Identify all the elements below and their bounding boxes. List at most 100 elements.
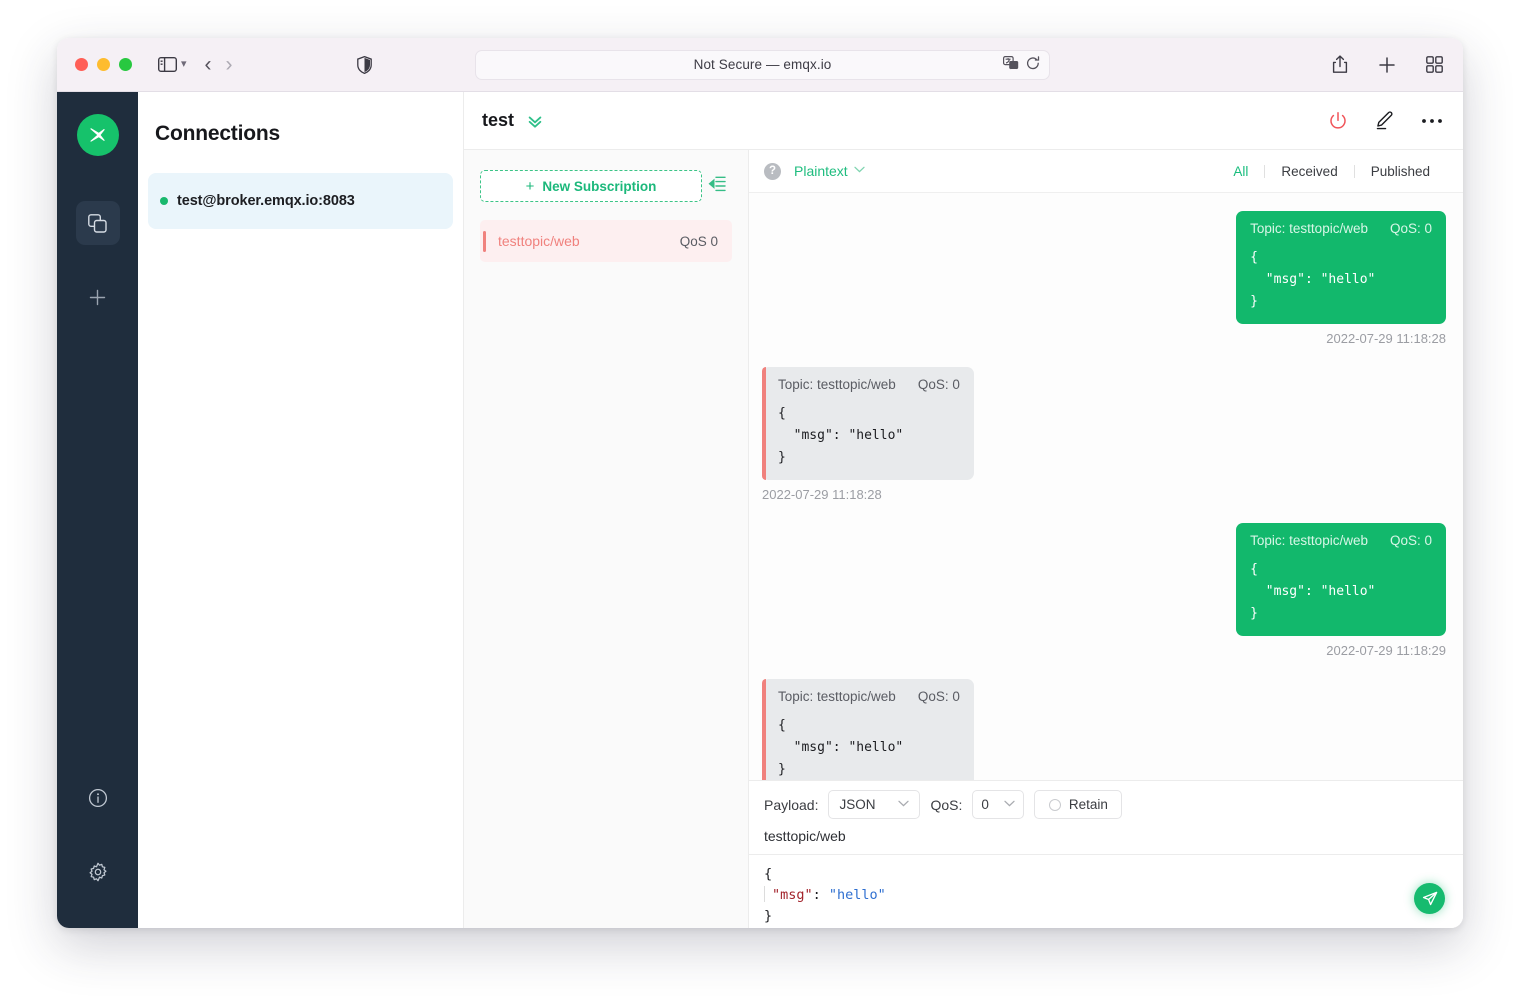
message-qos: QoS: 0 (918, 377, 960, 392)
message-list[interactable]: Topic: testtopic/web QoS: 0 { "msg": "he… (749, 193, 1463, 780)
message-payload: { "msg": "hello" } (1250, 247, 1432, 313)
tab-published[interactable]: Published (1355, 164, 1446, 179)
browser-right-actions (1332, 55, 1443, 74)
message-timestamp: 2022-07-29 11:18:29 (1326, 643, 1446, 658)
editor-colon: : (813, 887, 829, 903)
sidebar-toggle-group: ▾ (158, 57, 187, 72)
editor-line-1: { (764, 866, 772, 882)
question-mark-icon[interactable]: ? (764, 163, 781, 180)
subscriptions-panel: + New Subscription (464, 150, 749, 928)
message-topic: Topic: testtopic/web (778, 377, 896, 392)
sidebar-item-new-connection[interactable] (76, 275, 120, 319)
sidebar-item-connections[interactable] (76, 201, 120, 245)
translate-icon[interactable]: 文 (1003, 56, 1019, 73)
maximize-window-button[interactable] (119, 58, 132, 71)
close-window-button[interactable] (75, 58, 88, 71)
connection-name: test@broker.emqx.io:8083 (177, 193, 355, 209)
share-icon[interactable] (1332, 55, 1348, 74)
tab-all[interactable]: All (1217, 164, 1264, 179)
payload-type-select[interactable]: JSON (828, 790, 920, 819)
browser-toolbar: ▾ ‹ › Not Secure — emqx.io 文 (57, 38, 1463, 92)
qos-value: 0 (981, 797, 989, 812)
send-paper-plane-icon[interactable] (1414, 883, 1445, 914)
subscription-list-item[interactable]: testtopic/web QoS 0 (480, 220, 732, 262)
message-payload: { "msg": "hello" } (778, 403, 960, 469)
address-bar[interactable]: Not Secure — emqx.io 文 (475, 50, 1050, 80)
ellipsis-icon[interactable] (1421, 118, 1443, 124)
new-subscription-button[interactable]: + New Subscription (480, 170, 702, 202)
message-item: Topic: testtopic/web QoS: 0 { "msg": "he… (762, 523, 1446, 658)
retain-label: Retain (1069, 797, 1108, 812)
message-qos: QoS: 0 (918, 689, 960, 704)
mqttx-app: Connections test@broker.emqx.io:8083 tes… (57, 92, 1463, 928)
sidebar-chevron-down-icon[interactable]: ▾ (181, 59, 187, 70)
app-rail (57, 92, 138, 928)
subscriptions-toolbar: + New Subscription (480, 170, 732, 202)
publish-topic-input[interactable]: testtopic/web (749, 828, 1463, 854)
back-arrow-icon[interactable]: ‹ (205, 54, 212, 75)
publish-options: Payload: JSON QoS: 0 (749, 781, 1463, 828)
navigation-buttons: ‹ › (205, 54, 233, 75)
message-item: Topic: testtopic/web QoS: 0 { "msg": "he… (762, 367, 1446, 502)
browser-window: ▾ ‹ › Not Secure — emqx.io 文 (57, 38, 1463, 928)
sidebar-item-settings[interactable] (76, 850, 120, 894)
reload-icon[interactable] (1026, 56, 1040, 74)
connection-header: test (464, 92, 1463, 150)
url-text: Not Secure — emqx.io (694, 57, 832, 72)
workspace-split: + New Subscription (464, 150, 1463, 928)
connection-list-item[interactable]: test@broker.emqx.io:8083 (148, 173, 453, 229)
shield-icon[interactable] (357, 56, 372, 74)
message-topic: Topic: testtopic/web (778, 689, 896, 704)
pencil-icon[interactable] (1374, 110, 1395, 131)
plus-icon[interactable] (1378, 56, 1396, 74)
message-topic: Topic: testtopic/web (1250, 533, 1368, 548)
new-subscription-label: New Subscription (542, 179, 656, 194)
sidebar-icon[interactable] (158, 57, 177, 72)
subscription-topic: testtopic/web (498, 233, 580, 249)
payload-label: Payload: (764, 797, 818, 813)
minimize-window-button[interactable] (97, 58, 110, 71)
indent-guide (764, 886, 765, 902)
message-timestamp: 2022-07-29 11:18:28 (762, 487, 882, 502)
message-item: Topic: testtopic/web QoS: 0 { "msg": "he… (762, 211, 1446, 346)
plus-icon: + (526, 179, 535, 194)
tab-received[interactable]: Received (1265, 164, 1353, 179)
message-bubble-published[interactable]: Topic: testtopic/web QoS: 0 { "msg": "he… (1236, 523, 1446, 636)
retain-checkbox[interactable]: Retain (1034, 790, 1122, 819)
window-traffic-lights (75, 58, 132, 71)
message-item: Topic: testtopic/web QoS: 0 { "msg": "he… (762, 679, 1446, 780)
collapse-left-icon[interactable] (702, 170, 732, 192)
message-qos: QoS: 0 (1390, 533, 1432, 548)
message-bubble-received[interactable]: Topic: testtopic/web QoS: 0 { "msg": "he… (762, 679, 974, 780)
message-bubble-published[interactable]: Topic: testtopic/web QoS: 0 { "msg": "he… (1236, 211, 1446, 324)
page-title: Connections (138, 92, 463, 146)
double-chevron-down-icon[interactable] (526, 112, 544, 130)
chevron-down-icon (898, 800, 909, 810)
emqx-logo-icon (77, 114, 119, 156)
editor-line-3: } (764, 908, 772, 924)
payload-type-value: JSON (839, 797, 875, 812)
messages-toolbar: ? Plaintext All Received (749, 150, 1463, 193)
qos-select[interactable]: 0 (972, 790, 1024, 819)
message-payload: { "msg": "hello" } (1250, 559, 1432, 625)
payload-format-value: Plaintext (794, 163, 848, 179)
chevron-down-icon (854, 166, 865, 176)
payload-format-select[interactable]: Plaintext (794, 163, 865, 179)
forward-arrow-icon[interactable]: › (226, 54, 233, 75)
power-icon[interactable] (1328, 111, 1348, 131)
tab-overview-icon[interactable] (1426, 56, 1443, 73)
editor-json-value: "hello" (829, 887, 886, 903)
connection-status-dot (160, 197, 168, 205)
message-qos: QoS: 0 (1390, 221, 1432, 236)
message-payload: { "msg": "hello" } (778, 715, 960, 780)
sidebar-item-about[interactable] (76, 776, 120, 820)
messages-panel: ? Plaintext All Received (749, 150, 1463, 928)
address-bar-actions: 文 (1003, 56, 1040, 74)
chevron-down-icon (1004, 800, 1015, 810)
qos-label: QoS: (930, 797, 962, 813)
message-topic: Topic: testtopic/web (1250, 221, 1368, 236)
message-bubble-received[interactable]: Topic: testtopic/web QoS: 0 { "msg": "he… (762, 367, 974, 480)
svg-text:文: 文 (1010, 60, 1017, 69)
publish-payload-editor[interactable]: { "msg": "hello" } (749, 854, 1463, 928)
message-filter-tabs: All Received Published (1217, 164, 1446, 179)
